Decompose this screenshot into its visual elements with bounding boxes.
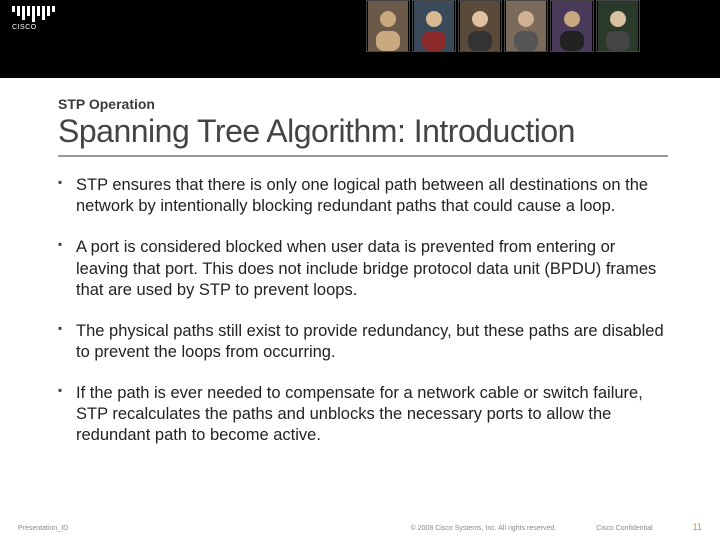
slide: CISCO STP Operation Spanning Tree Algori…: [0, 0, 720, 540]
page-number: 11: [693, 522, 702, 532]
banner-photo: [596, 0, 640, 52]
slide-title: Spanning Tree Algorithm: Introduction: [58, 114, 668, 149]
bullet-item: The physical paths still exist to provid…: [58, 321, 668, 363]
bullet-item: A port is considered blocked when user d…: [58, 237, 668, 300]
bullet-item: STP ensures that there is only one logic…: [58, 175, 668, 217]
banner-photo: [458, 0, 502, 52]
slide-pretitle: STP Operation: [58, 96, 668, 112]
confidential-text: Cisco Confidential: [596, 525, 652, 532]
banner-photo: [504, 0, 548, 52]
bullet-item: If the path is ever needed to compensate…: [58, 383, 668, 446]
cisco-logo: CISCO: [12, 6, 55, 31]
logo-text: CISCO: [12, 24, 55, 31]
presentation-id: Presentation_ID: [18, 525, 68, 532]
photo-strip: [366, 0, 640, 52]
title-rule: [58, 155, 668, 157]
bullet-list: STP ensures that there is only one logic…: [58, 175, 668, 446]
copyright-text: © 2008 Cisco Systems, Inc. All rights re…: [411, 525, 557, 532]
top-banner: CISCO: [0, 0, 720, 78]
logo-bars-icon: [12, 6, 55, 22]
banner-photo: [550, 0, 594, 52]
banner-photo: [366, 0, 410, 52]
banner-photo: [412, 0, 456, 52]
content-area: STP Operation Spanning Tree Algorithm: I…: [0, 78, 720, 540]
slide-footer: Presentation_ID © 2008 Cisco Systems, In…: [0, 522, 720, 532]
